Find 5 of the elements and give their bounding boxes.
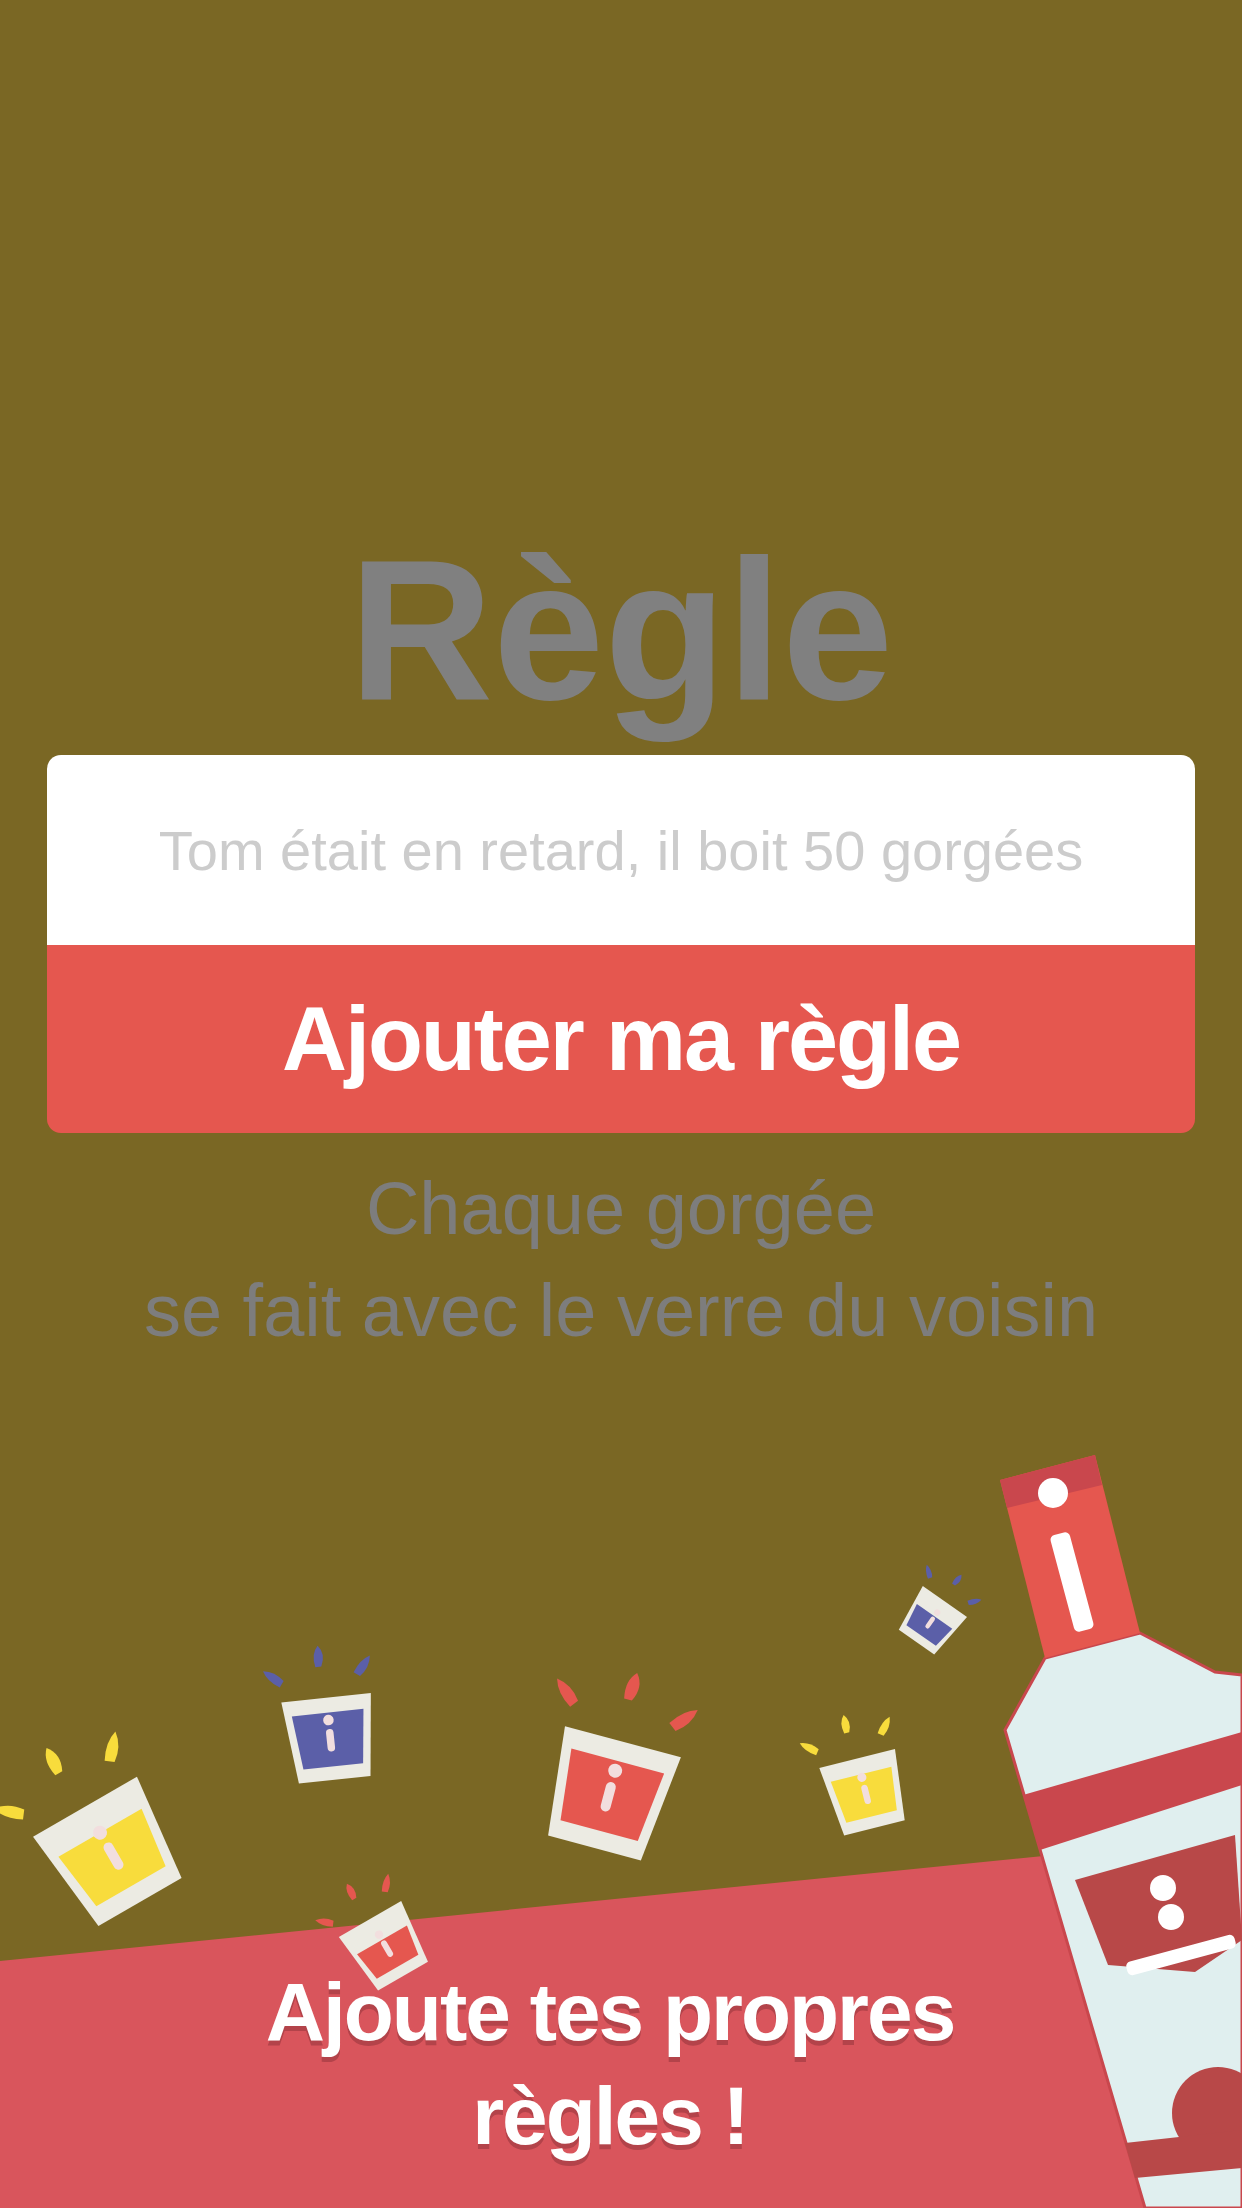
hint-text: se fait avec le verre du voisin — [143, 1268, 1099, 1354]
hint-text: Chaque gorgée — [365, 1166, 877, 1252]
add-rule-button[interactable]: Ajouter ma règle — [47, 945, 1195, 1133]
banner-text: Ajoute tes propres règles ! — [264, 1965, 956, 2163]
screen-title: Règle — [347, 517, 895, 744]
